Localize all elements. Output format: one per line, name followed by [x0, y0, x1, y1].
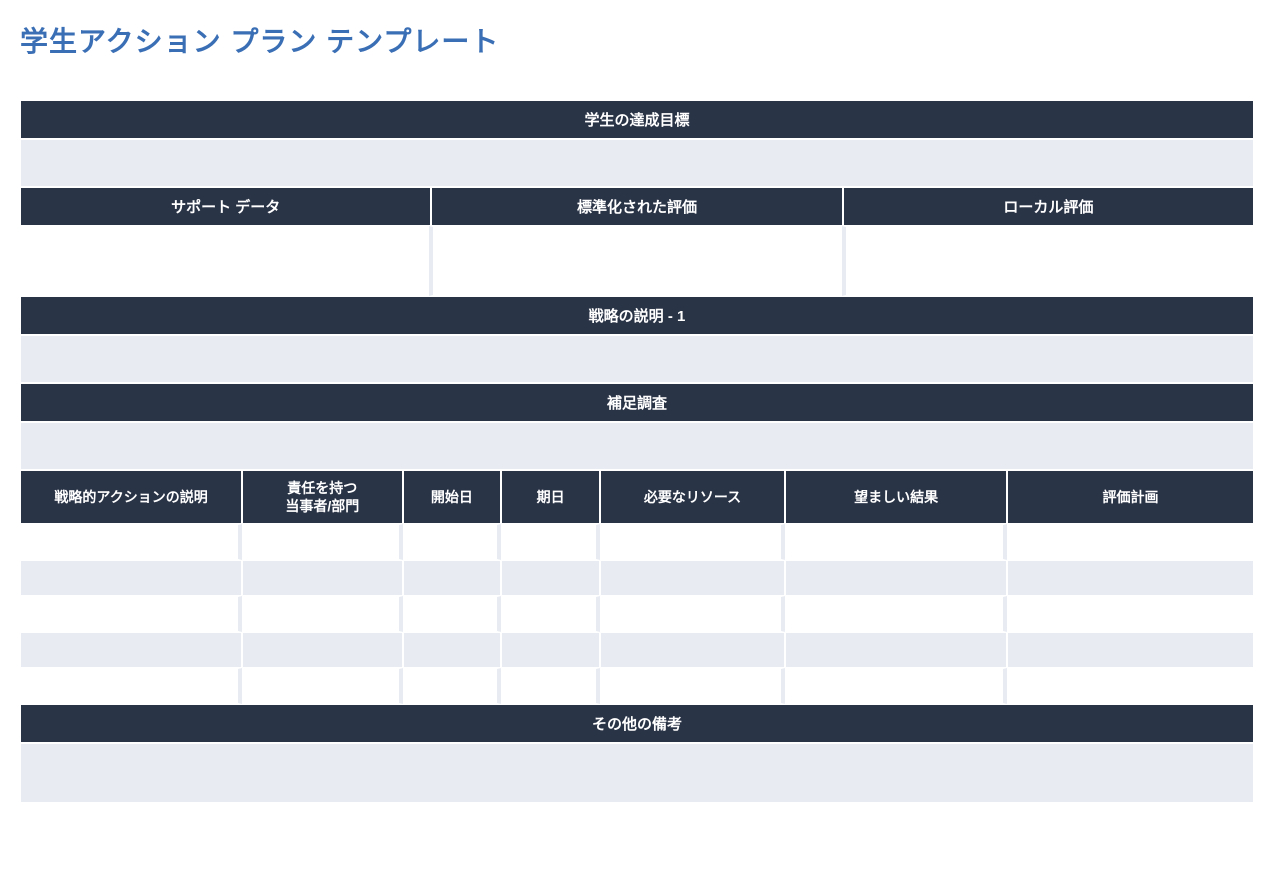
- desired-result-header: 望ましい結果: [785, 470, 1007, 524]
- action-cell[interactable]: [501, 668, 600, 704]
- action-cell[interactable]: [242, 668, 402, 704]
- eval-plan-header: 評価計画: [1007, 470, 1254, 524]
- action-cell[interactable]: [600, 560, 785, 596]
- support-data-header: サポート データ: [20, 187, 431, 226]
- action-row-5: [20, 668, 1254, 704]
- responsible-header: 責任を持つ 当事者/部門: [242, 470, 402, 524]
- action-cell[interactable]: [242, 632, 402, 668]
- support-data-input[interactable]: [20, 226, 429, 296]
- action-cell[interactable]: [20, 668, 242, 704]
- supplement-header: 補足調査: [20, 383, 1254, 422]
- notes-input[interactable]: [20, 743, 1254, 803]
- local-eval-input[interactable]: [842, 226, 1254, 296]
- action-cell[interactable]: [501, 632, 600, 668]
- action-cell[interactable]: [403, 668, 502, 704]
- action-cell[interactable]: [1007, 596, 1254, 632]
- action-cell[interactable]: [501, 596, 600, 632]
- action-cell[interactable]: [1007, 524, 1254, 560]
- standardized-eval-input[interactable]: [429, 226, 841, 296]
- action-cell[interactable]: [785, 524, 1007, 560]
- action-cell[interactable]: [20, 632, 242, 668]
- action-cell[interactable]: [403, 560, 502, 596]
- due-date-header: 期日: [501, 470, 600, 524]
- action-cell[interactable]: [403, 524, 502, 560]
- action-row-4: [20, 632, 1254, 668]
- goal-header: 学生の達成目標: [20, 100, 1254, 139]
- action-cell[interactable]: [1007, 632, 1254, 668]
- strategy-input[interactable]: [20, 335, 1254, 383]
- action-cell[interactable]: [242, 596, 402, 632]
- action-cell[interactable]: [403, 632, 502, 668]
- action-cell[interactable]: [501, 560, 600, 596]
- goal-input[interactable]: [20, 139, 1254, 187]
- local-eval-header: ローカル評価: [843, 187, 1254, 226]
- action-cell[interactable]: [1007, 668, 1254, 704]
- action-cell[interactable]: [242, 524, 402, 560]
- action-cell[interactable]: [785, 596, 1007, 632]
- action-desc-header: 戦略的アクションの説明: [20, 470, 242, 524]
- action-table-header: 戦略的アクションの説明 責任を持つ 当事者/部門 開始日 期日 必要なリソース …: [20, 470, 1254, 524]
- action-cell[interactable]: [242, 560, 402, 596]
- action-cell[interactable]: [20, 596, 242, 632]
- action-cell[interactable]: [785, 560, 1007, 596]
- start-date-header: 開始日: [403, 470, 502, 524]
- action-cell[interactable]: [20, 524, 242, 560]
- action-cell[interactable]: [600, 596, 785, 632]
- action-cell[interactable]: [600, 632, 785, 668]
- action-cell[interactable]: [501, 524, 600, 560]
- action-cell[interactable]: [1007, 560, 1254, 596]
- action-row-3: [20, 596, 1254, 632]
- strategy-header: 戦略の説明 - 1: [20, 296, 1254, 335]
- support-body-row: [20, 226, 1254, 296]
- action-cell[interactable]: [600, 668, 785, 704]
- support-header-row: サポート データ 標準化された評価 ローカル評価: [20, 187, 1254, 226]
- resources-header: 必要なリソース: [600, 470, 785, 524]
- action-cell[interactable]: [403, 596, 502, 632]
- page-title: 学生アクション プラン テンプレート: [20, 20, 1254, 60]
- action-row-2: [20, 560, 1254, 596]
- action-cell[interactable]: [785, 668, 1007, 704]
- action-cell[interactable]: [20, 560, 242, 596]
- supplement-input[interactable]: [20, 422, 1254, 470]
- standardized-eval-header: 標準化された評価: [431, 187, 842, 226]
- action-cell[interactable]: [600, 524, 785, 560]
- action-cell[interactable]: [785, 632, 1007, 668]
- notes-header: その他の備考: [20, 704, 1254, 743]
- action-row-1: [20, 524, 1254, 560]
- template-container: 学生の達成目標 サポート データ 標準化された評価 ローカル評価 戦略の説明 -…: [20, 100, 1254, 803]
